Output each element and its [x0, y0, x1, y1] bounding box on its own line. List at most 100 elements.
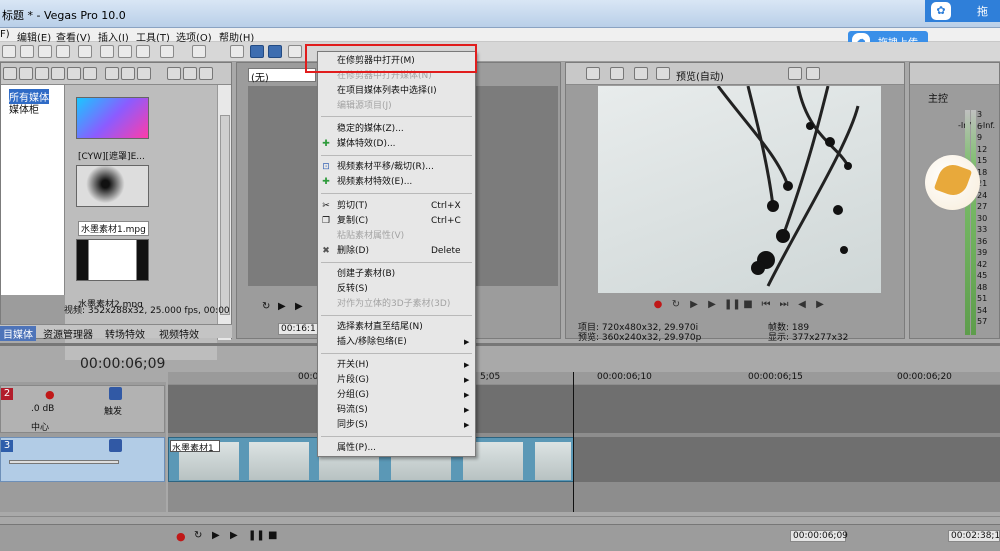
external-monitor-icon[interactable] — [610, 67, 624, 80]
auto-ripple-icon[interactable] — [250, 45, 264, 58]
track-pan[interactable]: 中心 — [31, 420, 49, 433]
open-icon[interactable] — [2, 45, 16, 58]
paste-icon[interactable] — [136, 45, 150, 58]
preview-fx-icon[interactable] — [634, 67, 648, 80]
menu-create-subclip[interactable]: 创建子素材(B) — [318, 267, 475, 281]
stop-icon[interactable]: ■ — [742, 299, 754, 311]
properties-icon[interactable] — [78, 45, 92, 58]
transport-stop-icon[interactable]: ■ — [268, 530, 277, 541]
composite-level-slider[interactable] — [9, 460, 119, 464]
get-media-icon[interactable] — [35, 67, 49, 80]
floating-assistant-icon[interactable] — [925, 155, 980, 210]
redo-icon[interactable] — [192, 45, 206, 58]
tree-media-bins[interactable]: 媒体柜 — [9, 101, 39, 116]
transport-record-icon[interactable]: ● — [176, 530, 186, 543]
menu-video-event-fx[interactable]: ✚ 视频素材特效(E)... — [318, 175, 475, 189]
menu-stream[interactable]: 码流(S) ▶ — [318, 403, 475, 417]
drag-upload-widget[interactable]: ✿ 拖 — [925, 0, 1000, 22]
media-thumb-mask[interactable] — [76, 97, 149, 139]
copy-icon[interactable] — [118, 45, 132, 58]
media-fx-icon[interactable] — [67, 67, 81, 80]
cut-icon[interactable] — [100, 45, 114, 58]
play-icon[interactable]: ▶ — [706, 299, 718, 311]
tab-transitions[interactable]: 转场特效 — [102, 326, 148, 341]
trimmer-play-icon[interactable]: ▶ — [278, 301, 286, 312]
copy-snapshot-icon[interactable] — [788, 67, 802, 80]
menu-switches[interactable]: 开关(H) ▶ — [318, 358, 475, 372]
menu-takes[interactable]: 片段(G) ▶ — [318, 373, 475, 387]
loop-icon[interactable]: ↻ — [670, 299, 682, 311]
web-media-icon[interactable] — [51, 67, 65, 80]
go-end-icon[interactable]: ⏭ — [778, 299, 790, 311]
menu-group[interactable]: 分组(G) ▶ — [318, 388, 475, 402]
save-snapshot-icon[interactable] — [806, 67, 820, 80]
split-screen-icon[interactable] — [656, 67, 670, 80]
menu-cut[interactable]: ✂ 剪切(T) Ctrl+X — [318, 199, 475, 213]
media-properties-icon[interactable] — [137, 67, 151, 80]
delete-x-icon: ✖ — [322, 246, 330, 256]
tab-project-media[interactable]: 目媒体 — [0, 326, 36, 341]
meter-ticks: 3 6 9 12 15 18 21 24 27 30 33 36 39 42 45 48 51 54 57 — [977, 110, 995, 335]
track-mode[interactable]: 触发 — [104, 404, 122, 417]
audio-track-lane[interactable] — [168, 385, 1000, 433]
search-media-icon[interactable] — [83, 67, 97, 80]
media-thumb-ink2[interactable] — [76, 239, 149, 281]
ripple-mode-icon[interactable] — [268, 45, 282, 58]
timeline-divider[interactable] — [0, 343, 1000, 346]
tab-explorer[interactable]: 资源管理器 — [40, 326, 96, 341]
menu-copy[interactable]: ❐ 复制(C) Ctrl+C — [318, 214, 475, 228]
media-thumb-ink1[interactable] — [76, 165, 149, 207]
stop-media-icon[interactable] — [183, 67, 197, 80]
play-media-icon[interactable] — [167, 67, 181, 80]
menu-insert-remove-envelope[interactable]: 插入/移除包络(E) ▶ — [318, 335, 475, 349]
menu-pan-crop[interactable]: ⊡ 视频素材平移/裁切(R)... — [318, 160, 475, 174]
transport-loop-icon[interactable]: ↻ — [194, 530, 202, 541]
menu-media-fx[interactable]: ✚ 媒体特效(D)... — [318, 137, 475, 151]
transport-bar: ● ↻ ▶ ▶ ❚❚ ■ — [0, 524, 1000, 551]
remove-unused-icon[interactable] — [121, 67, 135, 80]
preview-props-icon[interactable] — [586, 67, 600, 80]
transport-play-icon[interactable]: ▶ — [230, 530, 238, 541]
cloud-logo-icon: ✿ — [931, 2, 951, 20]
next-frame-icon[interactable]: ▶ — [814, 299, 826, 311]
tab-video-fx[interactable]: 视频特效 — [156, 326, 202, 341]
trimmer-play-start-icon[interactable]: ▶ — [295, 301, 303, 312]
menu-properties[interactable]: 属性(P)... — [318, 441, 475, 455]
explorer-scroll-thumb[interactable] — [220, 115, 230, 315]
playhead-cursor[interactable] — [573, 372, 574, 512]
play-from-start-icon[interactable]: ▶ — [688, 299, 700, 311]
undo-icon[interactable] — [160, 45, 174, 58]
trimmer-loop-icon[interactable]: ↻ — [262, 301, 270, 312]
auto-preview-icon[interactable] — [199, 67, 213, 80]
pause-icon[interactable]: ❚❚ — [724, 299, 741, 311]
clip-label: 水墨素材1 — [170, 440, 220, 452]
arm-record-icon[interactable]: ● — [45, 388, 55, 401]
import-media-icon[interactable] — [3, 67, 17, 80]
preview-mode[interactable]: 预览(自动) — [676, 68, 724, 83]
render-icon[interactable] — [56, 45, 70, 58]
prev-frame-icon[interactable]: ◀ — [796, 299, 808, 311]
go-start-icon[interactable]: ⏮ — [760, 299, 772, 311]
track-volume[interactable]: .0 dB — [31, 404, 54, 414]
transport-pause-icon[interactable]: ❚❚ — [248, 530, 265, 541]
menu-synchronize[interactable]: 同步(S) ▶ — [318, 418, 475, 432]
save-as-icon[interactable] — [38, 45, 52, 58]
menu-file[interactable]: F) — [0, 29, 10, 40]
video-mute-icon[interactable] — [109, 439, 122, 452]
menu-select-in-media-list[interactable]: 在项目媒体列表中选择(I) — [318, 84, 475, 98]
record-icon[interactable]: ● — [652, 299, 664, 311]
menu-reverse[interactable]: 反转(S) — [318, 282, 475, 296]
timeline-ruler[interactable]: 00:00:00;00 5;05 00:00:06;10 00:00:06;15… — [168, 372, 1000, 384]
delete-media-icon[interactable] — [105, 67, 119, 80]
timeline-scrollbar[interactable] — [0, 516, 1000, 524]
explorer-scrollbar[interactable] — [217, 85, 231, 340]
menu-delete[interactable]: ✖ 删除(D) Delete — [318, 244, 475, 258]
menu-select-to-end[interactable]: 选择素材直至结尾(N) — [318, 320, 475, 334]
save-icon[interactable] — [20, 45, 34, 58]
menu-stabilize-media[interactable]: 稳定的媒体(Z)... — [318, 122, 475, 136]
snap-icon[interactable] — [230, 45, 244, 58]
mute-icon[interactable] — [109, 387, 122, 400]
transport-play-start-icon[interactable]: ▶ — [212, 530, 220, 541]
capture-icon[interactable] — [19, 67, 33, 80]
lock-envelope-icon[interactable] — [288, 45, 302, 58]
